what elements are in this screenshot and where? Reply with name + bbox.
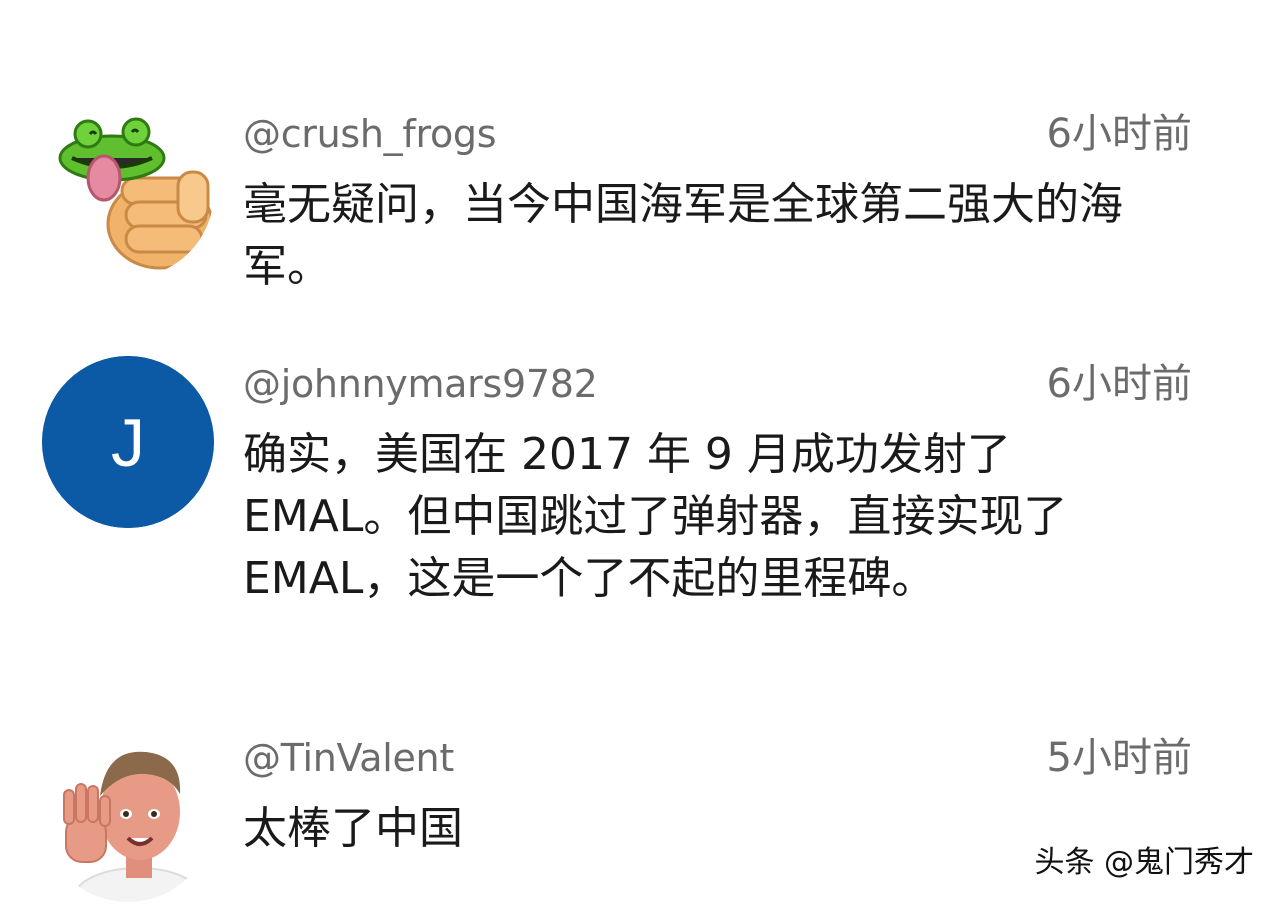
avatar-waving-person-icon[interactable] xyxy=(42,730,214,902)
comment-text: 确实，美国在 2017 年 9 月成功发射了 EMAL。但中国跳过了弹射器，直接… xyxy=(243,429,1068,604)
comment-timestamp: 6小时前 xyxy=(1046,361,1192,407)
comment-text: 毫无疑问，当今中国海军是全球第二强大的海军。 xyxy=(243,179,1123,292)
comment-timestamp: 5小时前 xyxy=(1046,735,1192,781)
comment-username[interactable]: @TinValent xyxy=(243,734,454,782)
avatar-frog-icon[interactable] xyxy=(42,106,214,278)
comment-username[interactable]: @johnnymars9782 xyxy=(243,360,598,408)
avatar-letter-j-icon[interactable]: J xyxy=(42,356,214,528)
comment-timestamp: 6小时前 xyxy=(1046,111,1192,157)
comment-username[interactable]: @crush_frogs xyxy=(243,110,497,158)
watermark: 头条 @鬼门秀才 xyxy=(1034,845,1254,880)
avatar-letter: J xyxy=(111,405,145,481)
